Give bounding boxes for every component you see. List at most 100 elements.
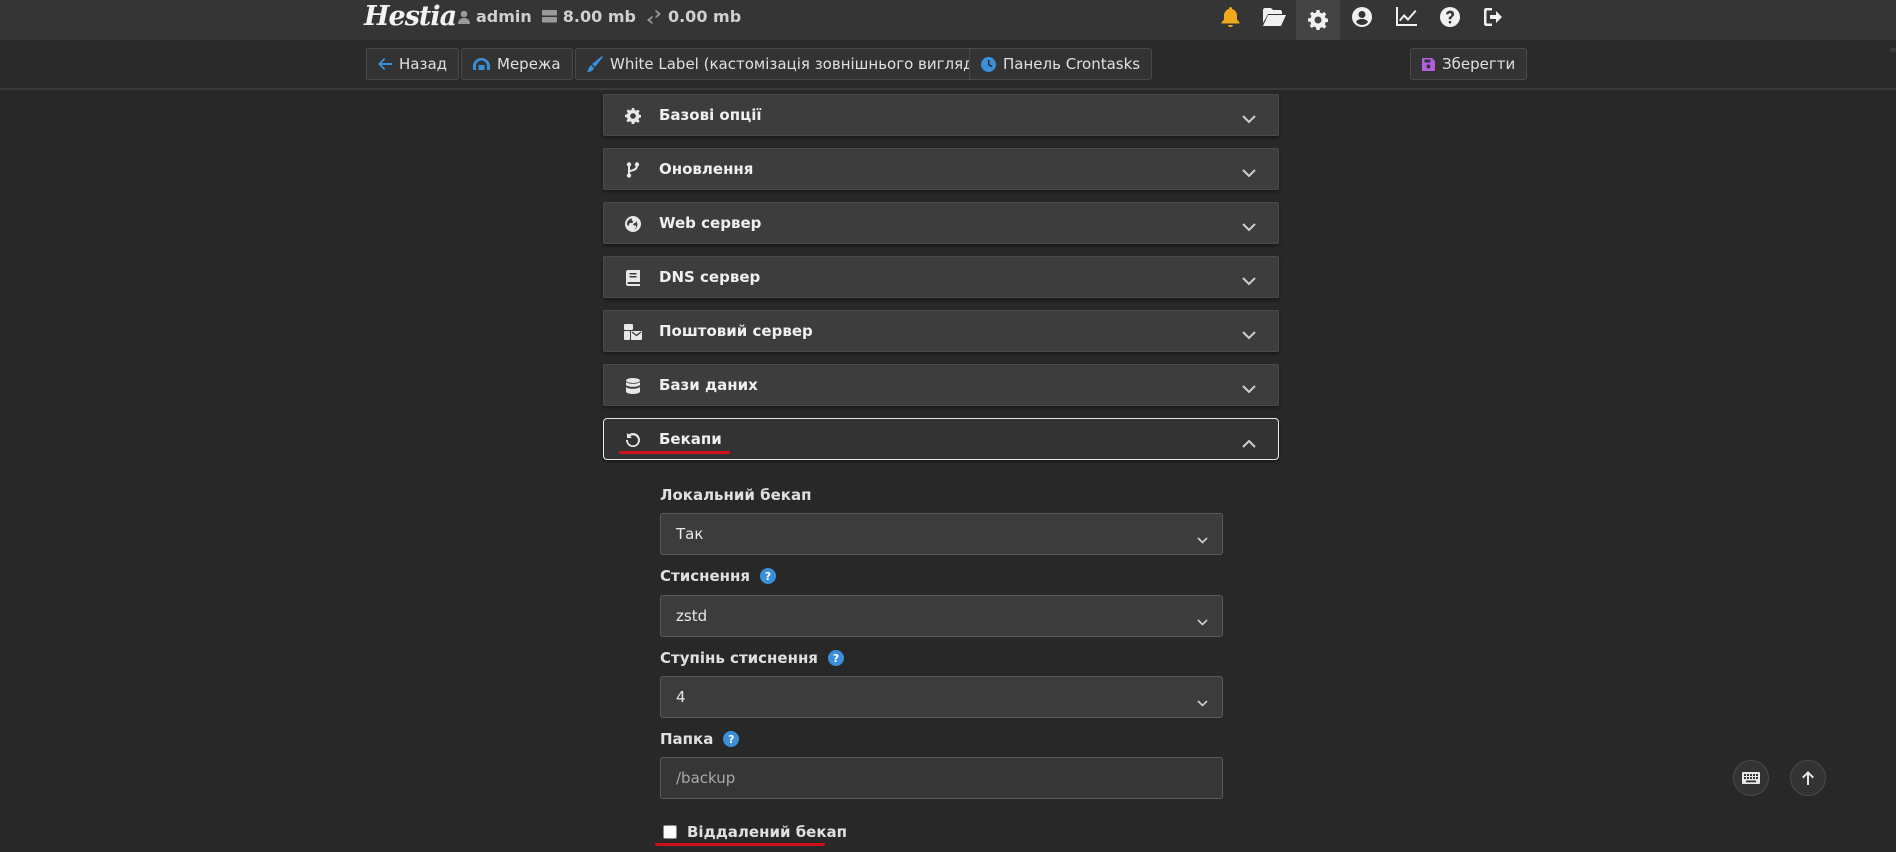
local-backup-value: Так [676,525,704,543]
folder-open-icon [1262,7,1286,26]
white-label-button[interactable]: White Label (кастомізація зовнішнього ви… [575,48,1001,80]
chevron-down-icon [1242,271,1256,290]
keyboard-icon [1742,772,1760,784]
compression-level-label-text: Ступінь стиснення [660,649,818,667]
disk-usage: 8.00 mb [562,7,636,26]
chevron-down-icon [1242,325,1256,344]
folder-label-text: Папка [660,730,714,748]
section-label: DNS сервер [659,268,761,286]
back-button-label: Назад [399,55,448,73]
help-button[interactable] [1428,0,1472,33]
username: admin [476,7,532,26]
section-databases[interactable]: Бази даних [603,364,1279,406]
notifications-button[interactable] [1208,0,1252,33]
network-button[interactable]: Мережа [461,48,573,80]
chevron-down-icon [1242,163,1256,182]
section-label: Базові опції [659,106,762,124]
code-branch-icon [624,161,642,179]
arrow-left-icon [378,58,392,70]
highlight-underline [655,843,825,846]
scrollbar-fragment [1890,48,1896,52]
scroll-top-button[interactable] [1790,760,1826,796]
file-manager-button[interactable] [1252,0,1296,33]
local-backup-label-text: Локальний бекап [660,486,812,504]
toolbar: Назад Мережа White Label (кастомізація з… [0,40,1896,90]
compression-level-select[interactable]: 4 [660,676,1223,718]
paintbrush-icon [587,56,603,72]
section-updates[interactable]: Оновлення [603,148,1279,190]
help-icon[interactable]: ? [827,650,844,666]
hard-drive-icon [541,10,557,23]
account-stats: admin 8.00 mb 0.00 mb [458,0,741,33]
statistics-button[interactable] [1384,0,1428,33]
compression-level-label: Ступінь стиснення ? [660,649,844,667]
section-label: Оновлення [659,160,754,178]
user-circle-icon [1352,6,1372,27]
chevron-down-icon [1242,379,1256,398]
section-label: Поштовий сервер [659,322,813,340]
chart-line-icon [1395,7,1417,26]
compression-level-value: 4 [676,688,686,706]
remote-backup-checkbox[interactable] [663,825,677,839]
back-button[interactable]: Назад [366,48,460,80]
section-web-server[interactable]: Web сервер [603,202,1279,244]
help-icon[interactable]: ? [760,568,776,584]
user-icon [458,10,470,24]
arrow-up-icon [1802,771,1814,785]
section-dns-server[interactable]: DNS сервер [603,256,1279,298]
save-button-label: Зберегти [1442,55,1516,73]
user-stat[interactable]: admin [458,7,532,26]
remote-backup-row[interactable]: Віддалений бекап [663,823,847,841]
chevron-down-icon [1197,530,1208,548]
folder-input[interactable]: /backup [660,757,1223,799]
bandwidth-stat: 0.00 mb [645,7,742,26]
chevron-down-icon [1197,693,1208,711]
network-wired-icon [473,58,490,70]
disk-stat: 8.00 mb [541,7,636,26]
top-bar: Hestia admin 8.00 mb 0.00 mb [0,0,1896,40]
chevron-down-icon [1197,612,1208,630]
question-icon [1440,6,1460,27]
save-button[interactable]: Зберегти [1410,48,1528,80]
crontasks-button[interactable]: Панель Crontasks [969,48,1153,80]
compression-value: zstd [676,607,708,625]
compression-select[interactable]: zstd [660,595,1223,637]
folder-label: Папка ? [660,730,740,748]
local-backup-select[interactable]: Так [660,513,1223,555]
bell-icon [1221,6,1239,27]
top-nav [1208,0,1516,40]
clock-icon [981,56,996,72]
compression-label-text: Стиснення [660,567,750,585]
local-backup-label: Локальний бекап [660,486,811,504]
profile-button[interactable] [1340,0,1384,33]
settings-button[interactable] [1296,0,1340,40]
gear-icon [624,107,642,125]
highlight-underline [619,451,730,454]
globe-icon [624,215,642,233]
book-icon [624,269,642,287]
rotate-left-icon [624,431,642,449]
section-label: Бекапи [659,430,722,448]
remote-backup-label: Віддалений бекап [687,823,848,841]
logo[interactable]: Hestia [364,0,457,33]
section-label: Web сервер [659,214,762,232]
help-icon[interactable]: ? [723,731,740,747]
keyboard-shortcuts-button[interactable] [1733,760,1769,796]
folder-placeholder: /backup [676,769,736,787]
section-mail-server[interactable]: Поштовий сервер [603,310,1279,352]
network-button-label: Мережа [497,55,561,73]
section-basic-options[interactable]: Базові опції [603,94,1279,136]
chevron-down-icon [1242,217,1256,236]
logout-icon [1483,7,1502,26]
floppy-disk-icon [1422,57,1435,71]
white-label-button-label: White Label (кастомізація зовнішнього ви… [610,55,989,73]
chevron-down-icon [1242,109,1256,128]
logout-button[interactable] [1472,0,1516,33]
crontasks-button-label: Панель Crontasks [1003,55,1141,73]
database-icon [624,377,642,395]
mail-bulk-icon [624,323,642,341]
chevron-up-icon [1242,433,1256,452]
gear-icon [1308,10,1328,30]
bandwidth-usage: 0.00 mb [667,7,742,26]
arrows-exchange-icon [645,9,662,24]
